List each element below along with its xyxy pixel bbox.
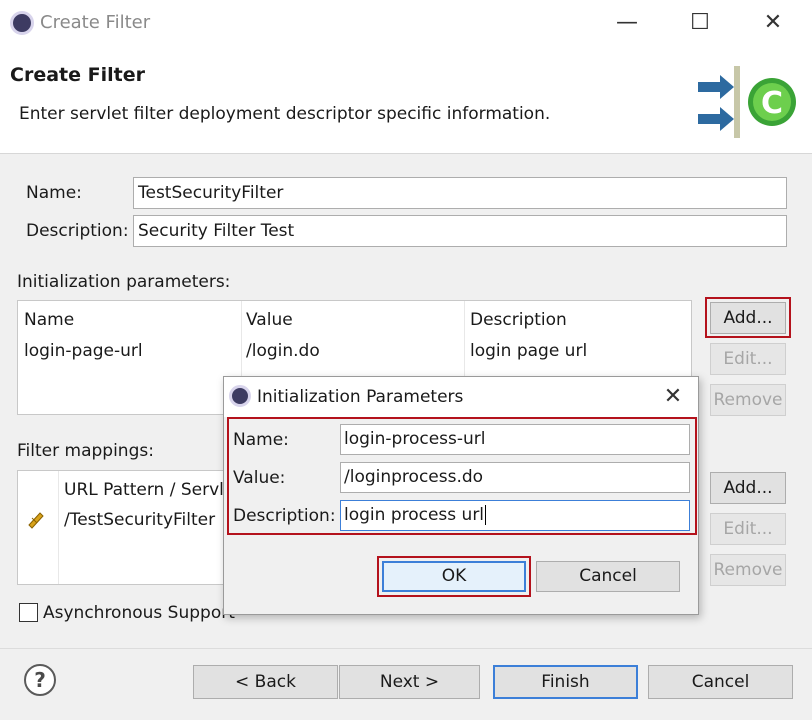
column-divider xyxy=(58,471,59,584)
column-header-value[interactable]: Value xyxy=(246,310,293,330)
dialog-title-bar: Initialization Parameters ✕ xyxy=(224,377,698,417)
dialog-name-label: Name: xyxy=(233,430,289,450)
filter-wizard-icon: C xyxy=(698,66,796,138)
table-cell[interactable]: /login.do xyxy=(246,341,320,361)
wizard-banner: Create Filter Enter servlet filter deplo… xyxy=(0,46,812,154)
dialog-description-label: Description: xyxy=(233,506,336,526)
init-add-button[interactable]: Add... xyxy=(710,302,786,334)
table-cell[interactable]: /TestSecurityFilter xyxy=(64,510,215,530)
column-header-url-pattern[interactable]: URL Pattern / Servlet xyxy=(64,480,241,500)
minimize-icon[interactable]: — xyxy=(612,12,642,34)
cancel-button[interactable]: Cancel xyxy=(648,665,793,699)
back-button[interactable]: < Back xyxy=(193,665,338,699)
dialog-title: Initialization Parameters xyxy=(257,387,464,407)
description-label: Description: xyxy=(26,221,129,241)
banner-title: Create Filter xyxy=(10,64,145,86)
window-title: Create Filter xyxy=(40,12,151,33)
next-button[interactable]: Next > xyxy=(339,665,480,699)
mapping-edit-button[interactable]: Edit... xyxy=(710,513,786,545)
help-icon[interactable]: ? xyxy=(24,664,56,696)
name-field[interactable]: TestSecurityFilter xyxy=(133,177,787,209)
dialog-name-field[interactable]: login-process-url xyxy=(340,424,690,455)
init-remove-button[interactable]: Remove xyxy=(710,384,786,416)
init-edit-button[interactable]: Edit... xyxy=(710,343,786,375)
mapping-add-button[interactable]: Add... xyxy=(710,472,786,504)
dialog-value-field[interactable]: /loginprocess.do xyxy=(340,462,690,493)
banner-description: Enter servlet filter deployment descript… xyxy=(19,104,551,124)
close-icon[interactable]: ✕ xyxy=(758,12,788,34)
dialog-cancel-button[interactable]: Cancel xyxy=(536,561,680,592)
wizard-footer: ? < Back Next > Finish Cancel xyxy=(0,648,812,720)
filter-mapping-icon xyxy=(28,512,44,529)
svg-text:C: C xyxy=(761,86,783,121)
filter-mappings-label: Filter mappings: xyxy=(17,441,154,461)
mapping-remove-button[interactable]: Remove xyxy=(710,554,786,586)
title-bar: Create Filter — ☐ ✕ xyxy=(0,0,812,46)
eclipse-app-icon xyxy=(10,11,34,35)
column-header-name[interactable]: Name xyxy=(24,310,74,330)
text-cursor xyxy=(485,505,487,525)
finish-button[interactable]: Finish xyxy=(493,665,638,699)
column-header-description[interactable]: Description xyxy=(470,310,567,330)
async-support-label[interactable]: Asynchronous Support xyxy=(43,603,235,623)
async-support-checkbox[interactable] xyxy=(19,603,38,622)
description-field[interactable]: Security Filter Test xyxy=(133,215,787,247)
table-cell[interactable]: login page url xyxy=(470,341,587,361)
table-cell[interactable]: login-page-url xyxy=(24,341,143,361)
dialog-value-label: Value: xyxy=(233,468,286,488)
dialog-ok-button[interactable]: OK xyxy=(382,561,526,592)
eclipse-app-icon xyxy=(229,385,251,407)
maximize-icon[interactable]: ☐ xyxy=(685,12,715,34)
dialog-description-field[interactable]: login process url xyxy=(340,500,690,531)
dialog-close-icon[interactable]: ✕ xyxy=(658,386,688,408)
dialog-description-text: login process url xyxy=(344,505,485,525)
init-params-label: Initialization parameters: xyxy=(17,272,231,292)
name-label: Name: xyxy=(26,183,82,203)
init-params-dialog: Initialization Parameters ✕ Name: login-… xyxy=(223,376,699,615)
